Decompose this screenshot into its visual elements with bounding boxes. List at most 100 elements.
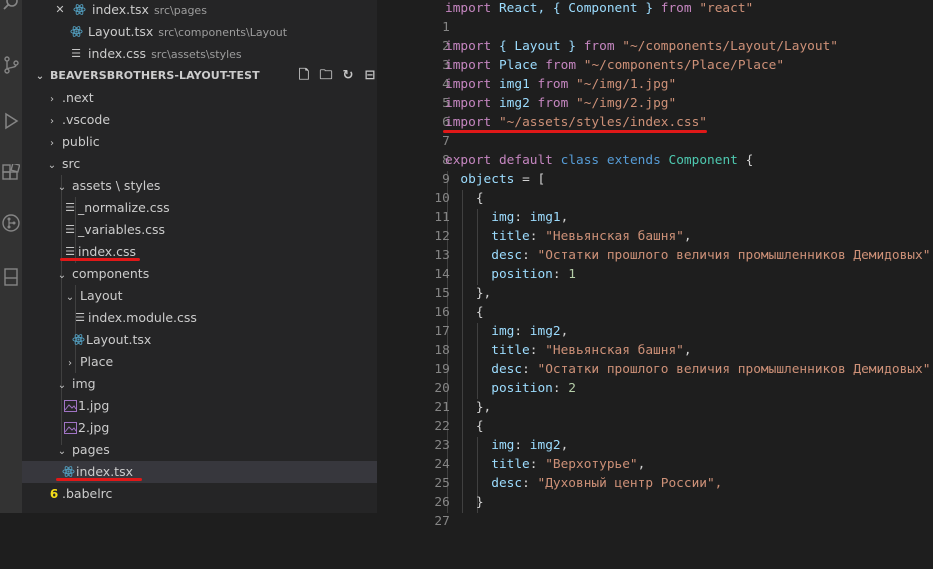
code-line: 16 },	[377, 284, 933, 320]
activity-bar	[0, 0, 22, 513]
tree-folder-vscode[interactable]: › .vscode	[22, 109, 401, 131]
tree-file-jpg2[interactable]: 2.jpg	[22, 417, 417, 439]
open-editor-path: src\components\Layout	[158, 26, 288, 39]
code-line: 6 import img2 from "~/img/2.jpg"	[377, 94, 933, 130]
open-editor-index-tsx[interactable]: ✕ index.tsx src\pages	[22, 0, 407, 21]
chevron-down-icon: ⌄	[65, 292, 75, 303]
tree-folder-assets-styles[interactable]: ⌄ assets \ styles	[22, 175, 411, 197]
tree-label: pages	[71, 442, 110, 457]
chevron-down-icon: ⌄	[47, 160, 57, 171]
tree-file-babelrc[interactable]: 6 .babelrc	[22, 483, 401, 505]
open-editor-layout-tsx[interactable]: Layout.tsx src\components\Layout	[22, 21, 423, 43]
react-icon	[68, 21, 84, 43]
react-icon	[72, 0, 88, 21]
open-editor-index-css[interactable]: ☰ index.css src\assets\styles	[22, 43, 423, 65]
code-line: 8	[377, 132, 933, 168]
code-token: import	[445, 96, 492, 111]
code-token: export	[445, 153, 492, 168]
code-token: },	[475, 286, 492, 301]
code-token: "Верхотурье"	[545, 457, 638, 472]
tree-folder-place[interactable]: › Place	[22, 351, 419, 373]
tree-file-normalize[interactable]: ☰ _normalize.css	[22, 197, 417, 219]
code-token: {	[475, 305, 484, 320]
new-file-icon[interactable]: 🗋	[293, 65, 315, 87]
run-debug-icon[interactable]	[2, 112, 20, 130]
code-token: {	[745, 153, 754, 168]
chevron-down-icon: ⌄	[57, 446, 67, 457]
code-token: title	[491, 229, 530, 244]
code-line: 3 import { Layout } from "~/components/L…	[377, 37, 933, 73]
code-token: { Layout }	[498, 39, 576, 54]
code-token: {	[475, 419, 484, 434]
chevron-down-icon: ⌄	[35, 71, 45, 82]
chevron-down-icon: ⌄	[57, 182, 67, 193]
tree-folder-src[interactable]: ⌄ src	[22, 153, 401, 175]
code-token: import	[445, 1, 492, 16]
code-line: 27 }	[377, 493, 933, 529]
tree-label: assets \ styles	[71, 178, 161, 193]
tree-label: img	[71, 376, 96, 391]
code-token: }	[475, 495, 484, 510]
tree-file-variables[interactable]: ☰ _variables.css	[22, 219, 417, 241]
code-token: img	[491, 438, 515, 453]
tree-label: components	[71, 266, 150, 281]
open-editor-name: index.css	[87, 46, 147, 61]
code-line: 25 title: "Верхотурье",	[377, 455, 933, 491]
tree-folder-public[interactable]: › public	[22, 131, 401, 153]
tree-label: Layout.tsx	[86, 332, 152, 347]
search-icon[interactable]	[2, 0, 20, 12]
code-token: "~/img/1.jpg"	[576, 77, 677, 92]
code-line: 13 title: "Невьянская башня",	[377, 227, 933, 263]
code-token: import	[445, 115, 492, 130]
code-token: from	[537, 96, 569, 111]
code-token: desc	[491, 476, 523, 491]
code-line: 21 position: 2	[377, 379, 933, 415]
code-token: import	[445, 58, 492, 73]
code-token: 1	[568, 267, 577, 282]
tree-folder-components[interactable]: ⌄ components	[22, 263, 411, 285]
code-token: desc	[491, 248, 523, 263]
image-icon	[62, 395, 78, 417]
tree-label: index.css	[78, 244, 137, 259]
new-folder-icon[interactable]: 🗀	[315, 65, 337, 87]
code-token: img	[491, 324, 515, 339]
code-line: 24 img: img2,	[377, 436, 933, 472]
code-line: 15 position: 1	[377, 265, 933, 301]
tree-folder-next[interactable]: › .next	[22, 87, 401, 109]
code-line: 19 title: "Невьянская башня",	[377, 341, 933, 377]
tree-folder-layout[interactable]: ⌄ Layout	[22, 285, 419, 307]
source-control-icon[interactable]	[2, 56, 20, 74]
git-graph-icon[interactable]	[2, 214, 20, 232]
code-token: from	[583, 39, 615, 54]
code-token: from	[660, 1, 692, 16]
code-line: 5 import img1 from "~/img/1.jpg"	[377, 75, 933, 111]
code-line: 1 import React, { Component } from "reac…	[377, 0, 933, 35]
lines-icon: ☰	[65, 223, 75, 236]
explorer-actions: 🗋 🗀 ↻ ⊟	[293, 65, 381, 87]
tree-label: .vscode	[61, 112, 111, 127]
code-token: title	[491, 457, 530, 472]
code-line: 12 img: img1,	[377, 208, 933, 244]
refresh-icon[interactable]: ↻	[337, 65, 359, 87]
open-editor-name: Layout.tsx	[87, 24, 154, 39]
tree-label: Layout	[79, 288, 123, 303]
code-token: title	[491, 343, 530, 358]
project-header[interactable]: ⌄ BEAVERSBROTHERS-LAYOUT-TEST 🗋 🗀 ↻ ⊟	[22, 65, 389, 87]
code-line: 9 export default class extends Component…	[377, 151, 933, 187]
close-icon[interactable]: ✕	[52, 0, 68, 21]
code-editor[interactable]: 1 import React, { Component } from "reac…	[377, 0, 933, 529]
extensions-icon[interactable]	[2, 162, 21, 182]
tree-folder-img[interactable]: ⌄ img	[22, 373, 411, 395]
code-token: img2	[529, 438, 561, 453]
tree-file-layout-tsx[interactable]: Layout.tsx	[22, 329, 425, 351]
book-icon[interactable]	[2, 268, 20, 286]
open-editor-path: src\assets\styles	[151, 48, 242, 61]
code-token: img2	[498, 96, 530, 111]
tree-folder-pages[interactable]: ⌄ pages	[22, 439, 411, 461]
code-token: img1	[529, 210, 561, 225]
code-token: "~/assets/styles/index.css"	[498, 115, 707, 130]
code-token: desc	[491, 362, 523, 377]
tree-file-index-module[interactable]: ☰ index.module.css	[22, 307, 427, 329]
tree-file-jpg1[interactable]: 1.jpg	[22, 395, 417, 417]
code-token: "Невьянская башня"	[545, 229, 684, 244]
